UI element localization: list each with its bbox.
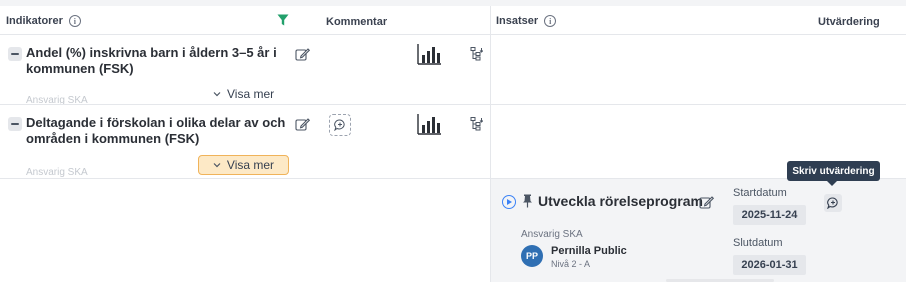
start-date-value[interactable]: 2025-11-24 bbox=[733, 205, 806, 225]
edit-icon[interactable] bbox=[295, 47, 310, 62]
insats-card: Utveckla rörelseprogram Ansvarig SKA PP … bbox=[491, 179, 906, 282]
indikatorer-header-label: Indikatorer bbox=[6, 15, 63, 27]
play-circle-icon[interactable] bbox=[502, 195, 516, 209]
comment-add-icon bbox=[827, 197, 838, 209]
visa-mer-link[interactable]: Visa mer bbox=[213, 87, 274, 101]
end-date-label: Slutdatum bbox=[733, 237, 783, 249]
tooltip: Skriv utvärdering bbox=[787, 161, 880, 181]
hierarchy-icon[interactable] bbox=[469, 117, 483, 131]
comment-add-icon bbox=[334, 119, 345, 131]
insats-title[interactable]: Utveckla rörelseprogram bbox=[538, 193, 703, 209]
filter-icon[interactable] bbox=[277, 14, 289, 26]
person-name: Pernilla Public bbox=[551, 245, 627, 257]
responsible-text-faded: Ansvarig SKA bbox=[26, 167, 88, 178]
write-evaluation-button[interactable] bbox=[824, 194, 842, 212]
kommentar-header: Kommentar bbox=[326, 16, 388, 28]
insatser-panel: Insatser i Utvärdering Utveckla rörelsep… bbox=[491, 6, 906, 282]
visa-mer-button[interactable]: Visa mer bbox=[198, 155, 289, 175]
visa-mer-label: Visa mer bbox=[227, 87, 275, 101]
indicator-row: Deltagande i förskolan i olika delar av … bbox=[0, 105, 490, 179]
chevron-down-icon bbox=[213, 92, 221, 97]
indicators-panel: Indikatorer i Kommentar Andel (%) inskri… bbox=[0, 6, 490, 282]
edit-icon[interactable] bbox=[295, 117, 310, 132]
insatser-header-label: Insatser bbox=[496, 15, 539, 27]
info-icon[interactable]: i bbox=[68, 15, 81, 27]
utvardering-header: Utvärdering bbox=[818, 16, 880, 28]
collapse-button[interactable] bbox=[8, 47, 22, 61]
row-divider bbox=[0, 178, 490, 179]
row-divider bbox=[491, 104, 906, 105]
bar-chart-icon[interactable] bbox=[417, 43, 442, 65]
indikatorer-header: Indikatorer i bbox=[6, 15, 81, 27]
start-date-label: Startdatum bbox=[733, 187, 787, 199]
hierarchy-icon[interactable] bbox=[469, 47, 483, 61]
tooltip-arrow bbox=[827, 181, 837, 186]
add-comment-button[interactable] bbox=[329, 114, 351, 136]
indicator-title[interactable]: Deltagande i förskolan i olika delar av … bbox=[26, 115, 288, 147]
insatser-header: Insatser i bbox=[496, 15, 557, 27]
pin-icon[interactable] bbox=[522, 194, 533, 208]
indicator-row: Andel (%) inskrivna barn i åldern 3–5 år… bbox=[0, 35, 490, 106]
visa-mer-label: Visa mer bbox=[226, 158, 275, 172]
responsible-label: Ansvarig SKA bbox=[521, 229, 583, 240]
edit-icon[interactable] bbox=[699, 195, 714, 210]
collapse-button[interactable] bbox=[8, 117, 22, 131]
avatar: PP bbox=[521, 245, 543, 267]
indicator-title[interactable]: Andel (%) inskrivna barn i åldern 3–5 år… bbox=[26, 45, 288, 77]
info-icon[interactable]: i bbox=[544, 15, 557, 27]
end-date-value[interactable]: 2026-01-31 bbox=[733, 255, 806, 275]
header-divider bbox=[491, 34, 906, 35]
bar-chart-icon[interactable] bbox=[417, 113, 442, 135]
chevron-down-icon bbox=[213, 163, 221, 168]
person-level: Nivå 2 - A bbox=[551, 259, 591, 269]
